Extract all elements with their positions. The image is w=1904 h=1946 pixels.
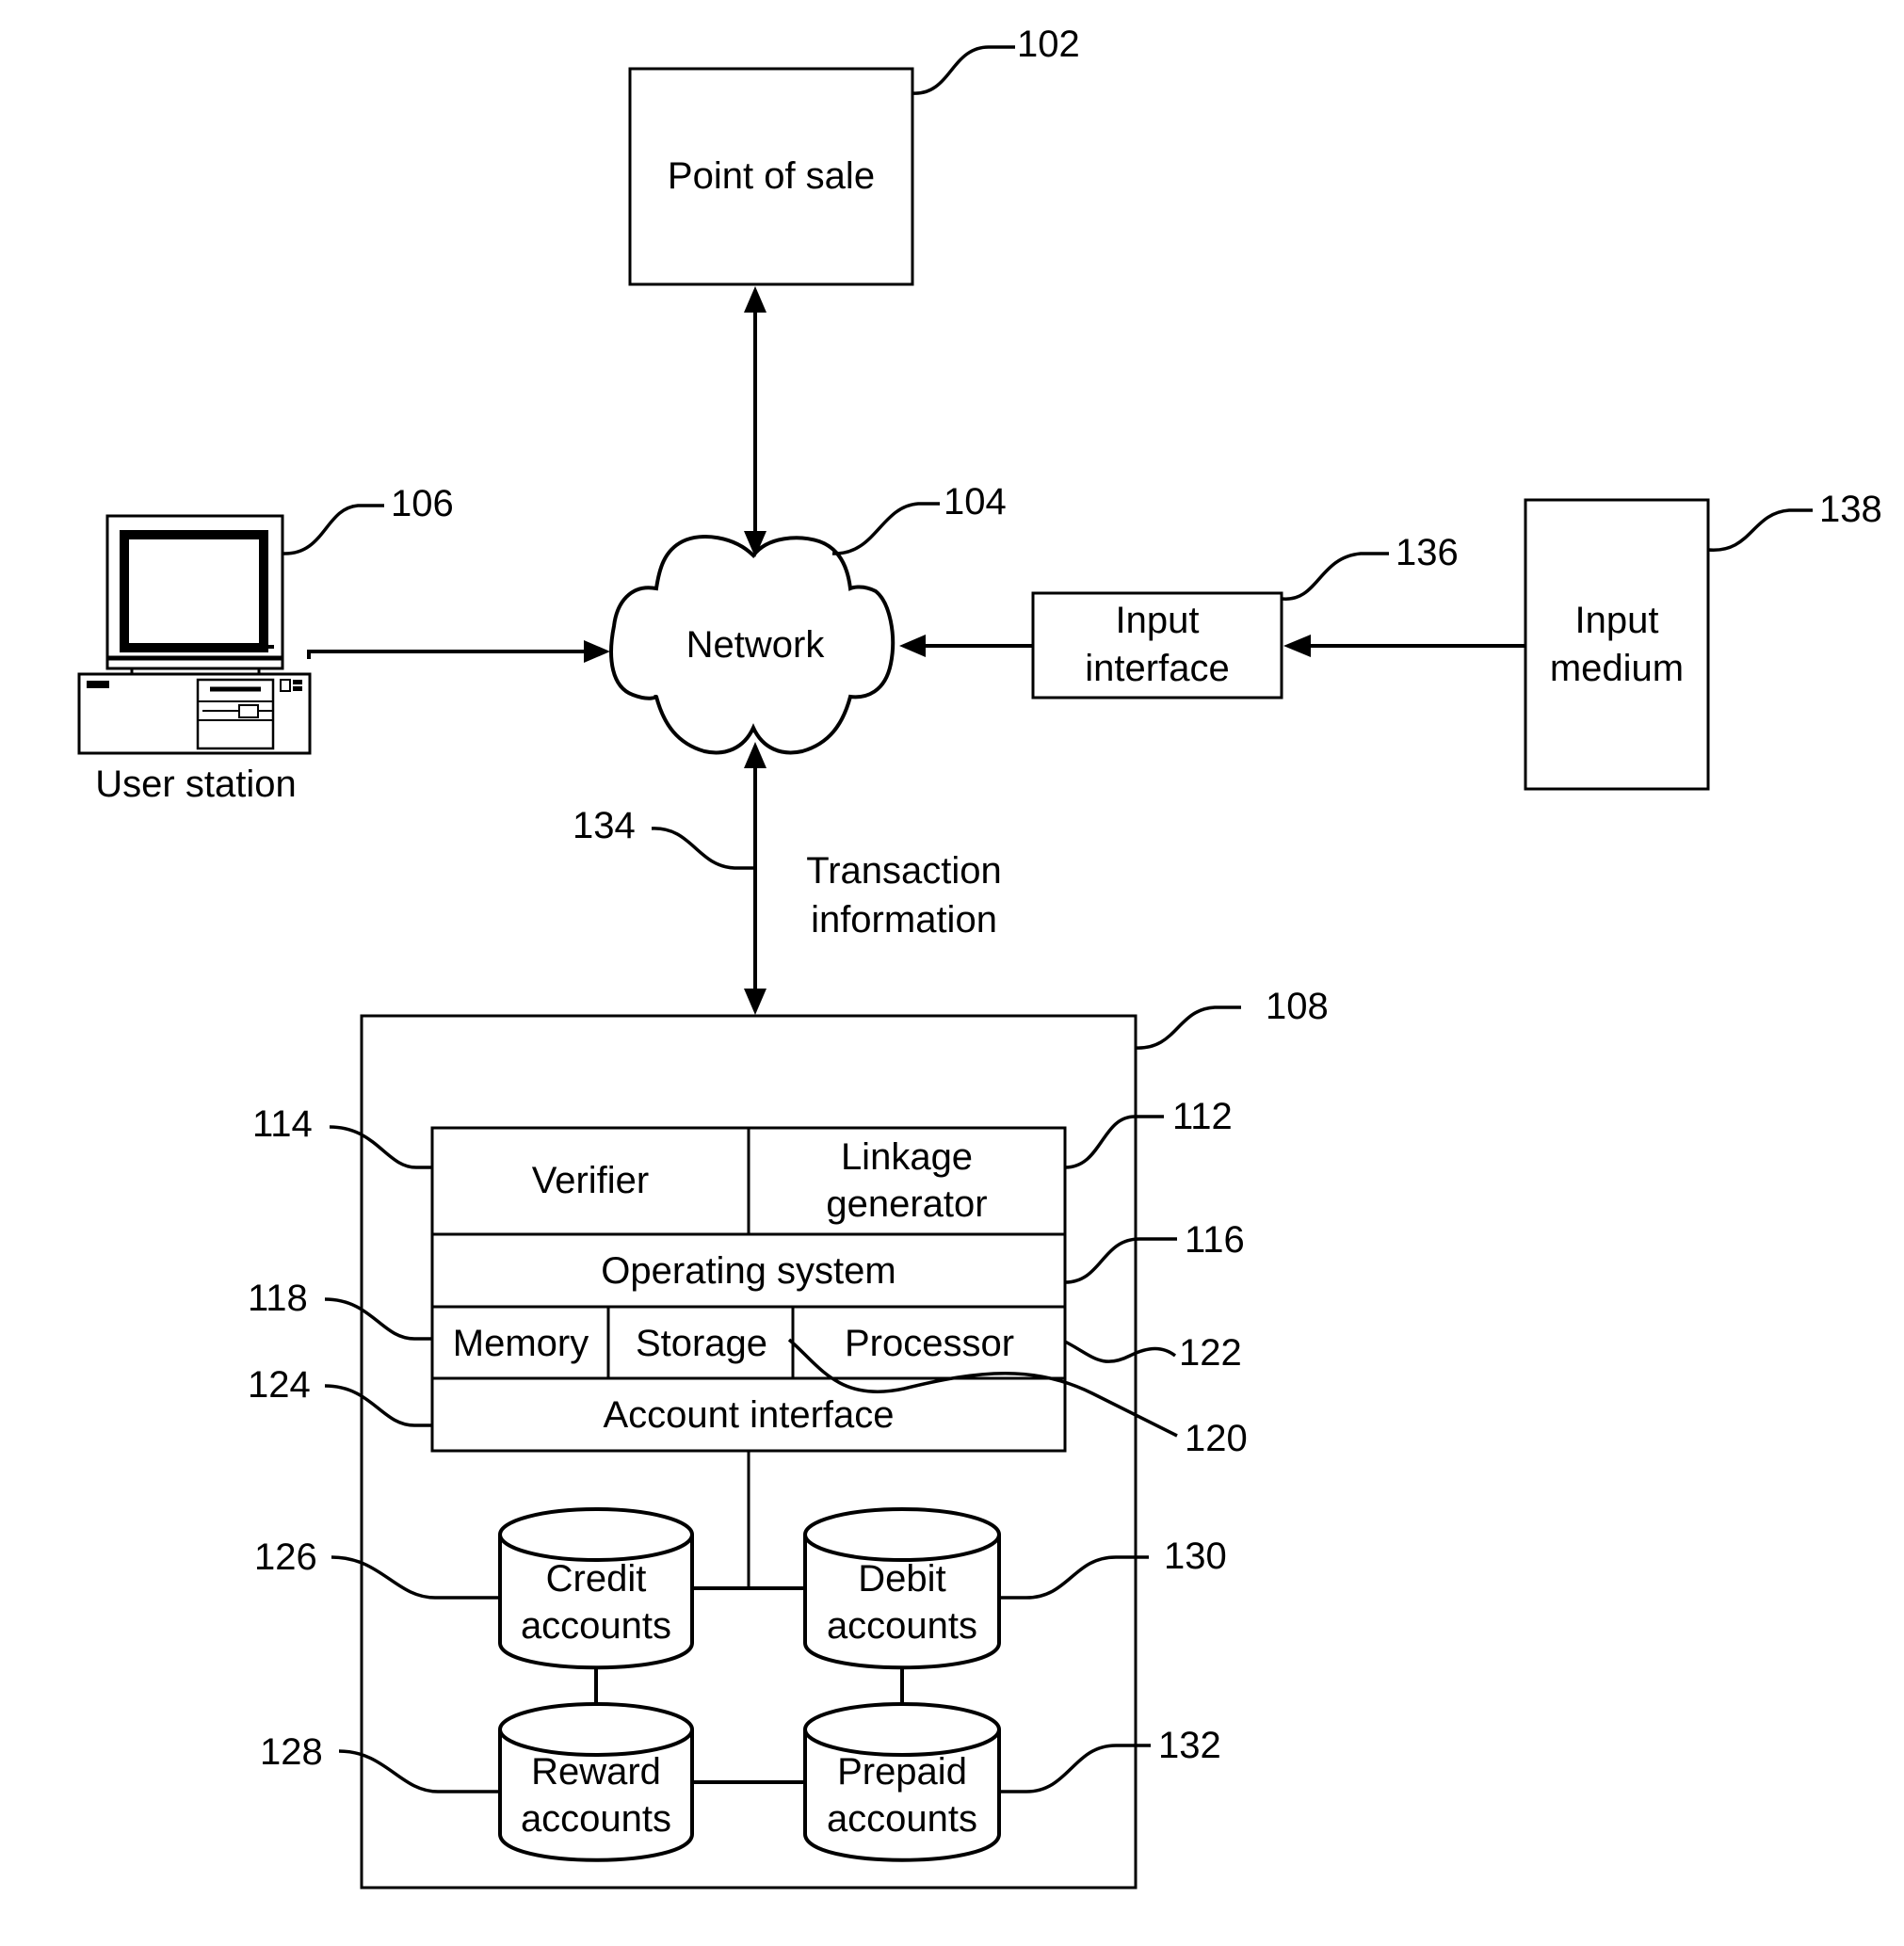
ref-122: 122 <box>1179 1332 1242 1374</box>
credit-accounts-label-line1: Credit <box>546 1558 647 1600</box>
transaction-label-line2: information <box>811 899 997 941</box>
memory-label: Memory <box>453 1323 589 1364</box>
leader-106 <box>282 504 384 555</box>
ref-124: 124 <box>248 1364 311 1406</box>
ref-126: 126 <box>254 1536 317 1578</box>
arrowhead-up-pos <box>744 286 766 313</box>
point-of-sale-node: Point of sale <box>628 67 914 286</box>
system-diagram: Point of sale 102 Network 104 User stati… <box>77 24 1882 1890</box>
arrowhead-up-transaction <box>744 742 766 768</box>
reward-accounts-label-line2: accounts <box>521 1798 671 1840</box>
computer-icon <box>77 514 312 755</box>
component-stack: Verifier Linkage generator Operating sys… <box>430 1126 1067 1453</box>
ref-114: 114 <box>252 1103 313 1145</box>
ref-106: 106 <box>391 483 454 524</box>
ref-136: 136 <box>1396 532 1459 573</box>
leader-104 <box>831 502 940 555</box>
ref-108: 108 <box>1266 986 1329 1027</box>
leader-136 <box>1281 552 1389 601</box>
processor-label: Processor <box>845 1323 1014 1364</box>
leader-138 <box>1707 508 1813 552</box>
input-medium-box <box>1524 498 1710 791</box>
ref-104: 104 <box>944 481 1007 523</box>
ref-138: 138 <box>1819 489 1882 530</box>
input-medium-label-line2: medium <box>1550 648 1684 689</box>
ref-128: 128 <box>260 1731 323 1773</box>
credit-accounts-label-line2: accounts <box>521 1605 671 1647</box>
account-interface-label: Account interface <box>603 1394 894 1436</box>
user-station-label: User station <box>95 764 296 805</box>
ref-118: 118 <box>248 1278 308 1319</box>
ref-120: 120 <box>1185 1418 1248 1459</box>
operating-system-label: Operating system <box>601 1250 896 1292</box>
point-of-sale-label: Point of sale <box>668 155 875 197</box>
ref-112: 112 <box>1172 1096 1233 1137</box>
input-interface-node: Input interface <box>1031 591 1283 700</box>
transaction-label-line1: Transaction <box>806 850 1002 892</box>
arrowhead-interface-network <box>899 635 926 657</box>
reward-accounts-label-line1: Reward <box>531 1751 661 1793</box>
prepaid-accounts-label-line1: Prepaid <box>837 1751 967 1793</box>
storage-label: Storage <box>636 1323 767 1364</box>
linkage-generator-label-line1: Linkage <box>841 1136 973 1178</box>
linkage-generator-label-line2: generator <box>826 1183 987 1225</box>
debit-accounts-label-line1: Debit <box>858 1558 945 1600</box>
input-interface-label-line1: Input <box>1116 600 1200 641</box>
ref-132: 132 <box>1158 1725 1221 1766</box>
input-medium-node: Input medium <box>1524 498 1710 791</box>
network-label: Network <box>686 624 826 666</box>
ref-116: 116 <box>1185 1219 1245 1261</box>
leader-108 <box>1135 1005 1241 1050</box>
arrowhead-medium-interface <box>1283 635 1311 657</box>
prepaid-accounts-label-line2: accounts <box>827 1798 977 1840</box>
arrowhead-user-network <box>584 640 610 663</box>
debit-accounts-label-line2: accounts <box>827 1605 977 1647</box>
ref-134: 134 <box>573 805 636 846</box>
network-node: Network <box>609 535 896 755</box>
input-medium-label-line1: Input <box>1575 600 1659 641</box>
verifier-label: Verifier <box>532 1160 650 1201</box>
arrow-user-network <box>307 650 586 659</box>
leader-102 <box>912 45 1015 95</box>
arrowhead-down-system <box>744 989 766 1015</box>
ref-102: 102 <box>1017 24 1080 65</box>
ref-130: 130 <box>1164 1536 1227 1577</box>
input-interface-label-line2: interface <box>1085 648 1229 689</box>
leader-134 <box>651 827 755 870</box>
user-station-node: User station <box>77 514 312 805</box>
